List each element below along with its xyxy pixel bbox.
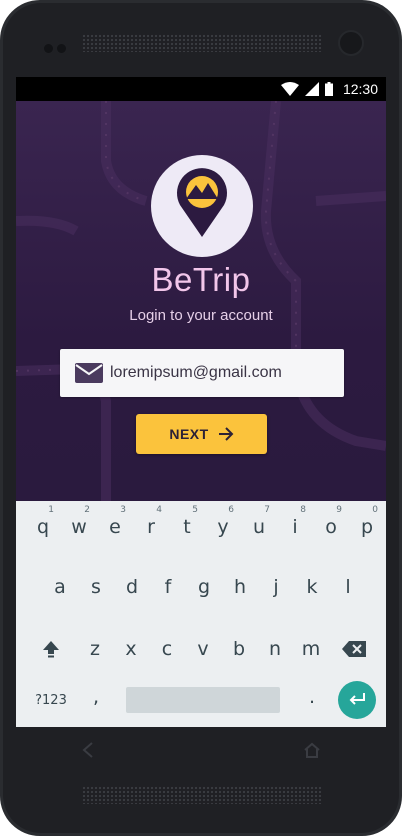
key-label: o bbox=[325, 516, 337, 538]
key-u[interactable]: u7 bbox=[241, 505, 277, 549]
login-screen: BeTrip Login to your account loremipsum@… bbox=[16, 101, 386, 501]
key-s[interactable]: s bbox=[78, 565, 114, 609]
wifi-icon bbox=[280, 82, 299, 96]
key-k[interactable]: k bbox=[294, 565, 330, 609]
key-n[interactable]: n bbox=[257, 627, 293, 671]
signal-icon bbox=[304, 82, 319, 96]
key-g[interactable]: g bbox=[186, 565, 222, 609]
backspace-key[interactable] bbox=[336, 627, 372, 671]
backspace-icon bbox=[342, 641, 366, 657]
next-button[interactable]: NEXT bbox=[136, 414, 267, 454]
key-o[interactable]: o9 bbox=[313, 505, 349, 549]
shift-key[interactable] bbox=[33, 627, 69, 671]
app-title: BeTrip bbox=[151, 261, 251, 298]
key-c[interactable]: c bbox=[149, 627, 185, 671]
key-label: y bbox=[217, 516, 229, 538]
login-subtitle: Login to your account bbox=[129, 307, 273, 324]
key-m[interactable]: m bbox=[293, 627, 329, 671]
symbols-key[interactable]: ?123 bbox=[31, 678, 71, 722]
battery-icon bbox=[324, 82, 333, 96]
period-key[interactable]: . bbox=[294, 675, 330, 719]
key-p[interactable]: p0 bbox=[349, 505, 385, 549]
key-label: i bbox=[292, 516, 298, 538]
space-bar[interactable] bbox=[126, 687, 280, 713]
key-label: e bbox=[109, 516, 121, 538]
front-camera bbox=[338, 30, 364, 56]
key-i[interactable]: i8 bbox=[277, 505, 313, 549]
back-nav-icon[interactable] bbox=[79, 741, 97, 759]
key-x[interactable]: x bbox=[113, 627, 149, 671]
app-logo bbox=[151, 155, 253, 257]
key-y[interactable]: y6 bbox=[205, 505, 241, 549]
key-r[interactable]: r4 bbox=[133, 505, 169, 549]
key-q[interactable]: q1 bbox=[25, 505, 61, 549]
sensor-dots bbox=[44, 40, 70, 58]
key-number-hint: 0 bbox=[372, 505, 378, 515]
key-w[interactable]: w2 bbox=[61, 505, 97, 549]
key-label: t bbox=[183, 516, 191, 538]
system-navigation-bar bbox=[16, 727, 386, 775]
key-number-hint: 9 bbox=[336, 505, 342, 515]
comma-key[interactable]: , bbox=[78, 675, 114, 719]
key-number-hint: 4 bbox=[156, 505, 162, 515]
key-number-hint: 7 bbox=[264, 505, 270, 515]
key-number-hint: 2 bbox=[84, 505, 90, 515]
enter-key[interactable] bbox=[338, 681, 376, 719]
next-button-label: NEXT bbox=[169, 426, 209, 442]
key-e[interactable]: e3 bbox=[97, 505, 133, 549]
shift-icon bbox=[43, 641, 59, 658]
key-h[interactable]: h bbox=[222, 565, 258, 609]
key-b[interactable]: b bbox=[221, 627, 257, 671]
key-number-hint: 5 bbox=[192, 505, 198, 515]
key-v[interactable]: v bbox=[185, 627, 221, 671]
key-number-hint: 6 bbox=[228, 505, 234, 515]
email-value: loremipsum@gmail.com bbox=[110, 364, 282, 381]
key-number-hint: 8 bbox=[300, 505, 306, 515]
key-number-hint: 1 bbox=[48, 505, 54, 515]
phone-screen: 12:30 BeTrip Login to your account lorem… bbox=[16, 77, 386, 727]
key-z[interactable]: z bbox=[77, 627, 113, 671]
arrow-right-icon bbox=[218, 427, 234, 441]
key-j[interactable]: j bbox=[258, 565, 294, 609]
email-field[interactable]: loremipsum@gmail.com bbox=[60, 349, 344, 397]
home-nav-icon[interactable] bbox=[303, 741, 321, 759]
bottom-speaker-grille bbox=[82, 786, 322, 804]
enter-icon bbox=[349, 693, 365, 705]
status-bar: 12:30 bbox=[16, 77, 386, 101]
key-number-hint: 3 bbox=[120, 505, 126, 515]
key-label: q bbox=[36, 516, 50, 538]
top-speaker-grille bbox=[82, 34, 322, 52]
mail-icon bbox=[75, 363, 103, 383]
key-label: w bbox=[71, 516, 87, 538]
key-label: r bbox=[147, 516, 155, 538]
key-a[interactable]: a bbox=[42, 565, 78, 609]
key-label: u bbox=[252, 516, 266, 538]
key-f[interactable]: f bbox=[150, 565, 186, 609]
key-d[interactable]: d bbox=[114, 565, 150, 609]
soft-keyboard: q1w2e3r4t5y6u7i8o9p0 asdfghjkl zxcvbnm ?… bbox=[16, 501, 386, 727]
map-pin-sunrise-icon bbox=[177, 168, 227, 237]
key-label: p bbox=[360, 516, 374, 538]
key-t[interactable]: t5 bbox=[169, 505, 205, 549]
key-l[interactable]: l bbox=[330, 565, 366, 609]
status-time: 12:30 bbox=[342, 81, 378, 97]
